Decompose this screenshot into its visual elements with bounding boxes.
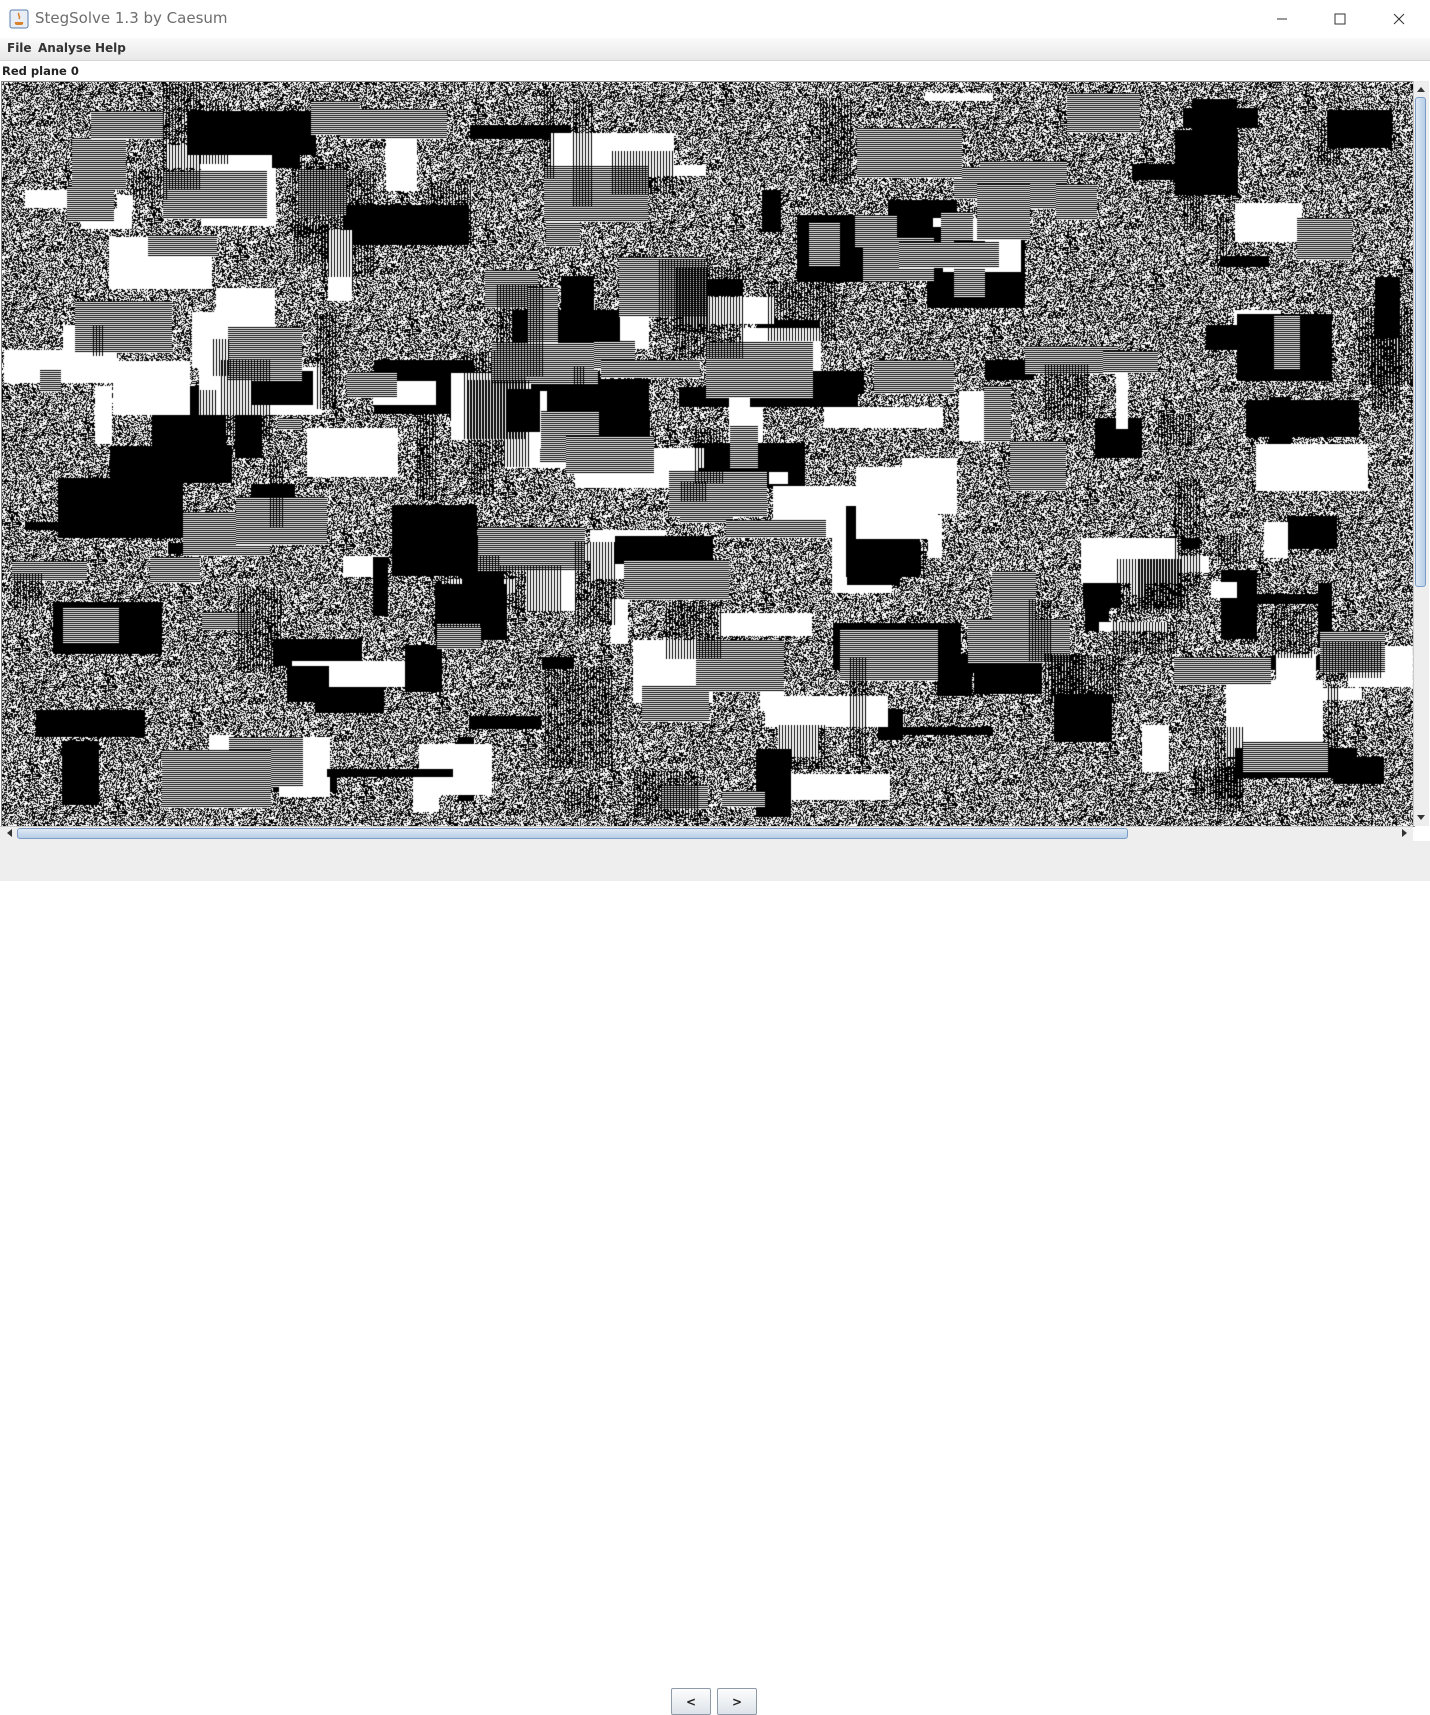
maximize-button[interactable] [1311, 0, 1369, 38]
plane-status-label: Red plane 0 [2, 64, 79, 78]
bitplane-image [2, 82, 1414, 826]
close-icon [1393, 13, 1405, 25]
arrow-down-icon [1417, 815, 1425, 820]
horizontal-scroll-thumb[interactable] [17, 828, 1128, 839]
scroll-left-arrow[interactable] [2, 826, 16, 840]
window-title: StegSolve 1.3 by Caesum [35, 9, 228, 27]
menu-help[interactable]: Help [95, 41, 126, 55]
prev-plane-button[interactable]: < [671, 1688, 711, 1715]
minimize-button[interactable] [1253, 0, 1311, 38]
scroll-up-arrow[interactable] [1414, 82, 1428, 96]
navigation-bar: < > [0, 841, 1430, 1715]
title-bar: StegSolve 1.3 by Caesum [0, 0, 1430, 38]
menu-bar: File Analyse Help [0, 38, 1430, 61]
menu-analyse[interactable]: Analyse [38, 41, 91, 55]
arrow-right-icon [1402, 829, 1407, 837]
vertical-scroll-thumb[interactable] [1415, 97, 1426, 587]
minimize-icon [1277, 18, 1287, 20]
scroll-right-arrow[interactable] [1398, 826, 1412, 840]
image-viewport[interactable] [1, 81, 1415, 827]
menu-file[interactable]: File [7, 41, 32, 55]
next-plane-button[interactable]: > [717, 1688, 757, 1715]
scroll-down-arrow[interactable] [1414, 811, 1428, 825]
arrow-left-icon [7, 829, 12, 837]
java-app-icon [9, 9, 29, 29]
close-button[interactable] [1370, 0, 1428, 38]
maximize-icon [1334, 13, 1346, 25]
arrow-up-icon [1417, 87, 1425, 92]
